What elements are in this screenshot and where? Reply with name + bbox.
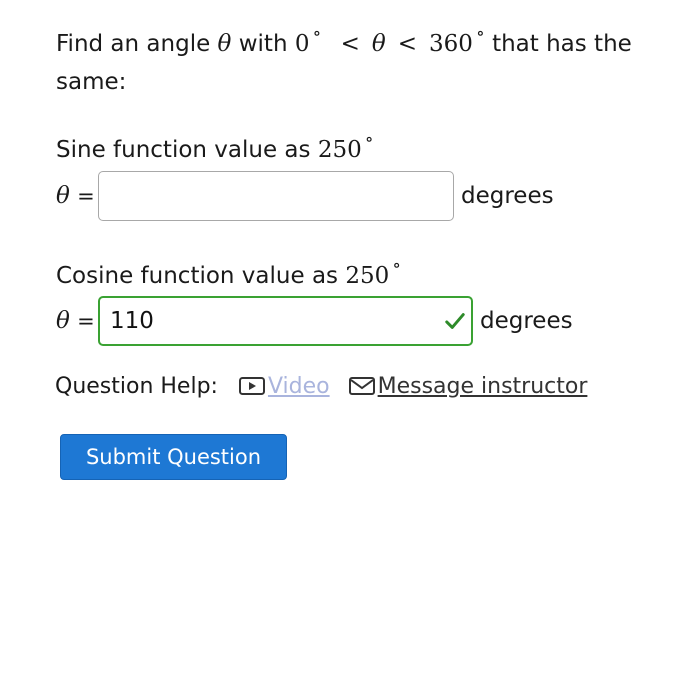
sine-theta-equals: θ = [56, 183, 98, 209]
lower-bound-degree: ∘ [312, 23, 322, 44]
sine-answer-row: θ = degrees [56, 171, 554, 221]
sine-unit-label: degrees [461, 183, 554, 209]
sine-equals-sign: = [77, 184, 95, 208]
upper-bound: 360 [429, 31, 473, 57]
sine-answer-input[interactable] [98, 171, 454, 221]
sine-label-angle: 250 [317, 137, 362, 163]
video-link[interactable]: Video [238, 374, 330, 399]
lower-bound: 0 [294, 31, 310, 57]
cosine-label-text: Cosine function value as [56, 263, 339, 289]
less-than-1: < [340, 31, 360, 57]
prompt-theta: θ [217, 31, 232, 57]
cosine-unit-label: degrees [480, 308, 573, 334]
sine-label-degree: ∘ [364, 129, 374, 150]
question-help-label: Question Help: [55, 373, 218, 399]
prompt-prefix: Find an angle [56, 31, 211, 57]
inequality-theta: θ [371, 31, 386, 57]
cosine-theta-symbol: θ [56, 308, 70, 334]
question-prompt: Find an angle θ with 0 ∘ < θ <360 ∘ that has… [56, 23, 666, 100]
cosine-equals-sign: = [77, 309, 95, 333]
correct-check-icon [445, 313, 465, 329]
cosine-answer-row: θ = 110 degrees [56, 296, 573, 346]
sine-theta-symbol: θ [56, 183, 70, 209]
cosine-theta-equals: θ = [56, 308, 98, 334]
upper-bound-degree: ∘ [475, 23, 485, 44]
video-link-label: Video [267, 373, 330, 399]
cosine-part-label: Cosine function value as 250 ∘ [56, 255, 402, 296]
mail-icon [348, 377, 375, 395]
message-instructor-link[interactable]: Message instructor [348, 373, 588, 399]
cosine-label-degree: ∘ [392, 255, 402, 276]
less-than-2: < [397, 31, 418, 57]
submit-question-button[interactable]: Submit Question [60, 434, 287, 480]
cosine-answer-input[interactable]: 110 [98, 296, 473, 346]
prompt-with: with [238, 31, 288, 57]
sine-part-label: Sine function value as 250 ∘ [56, 129, 374, 170]
question-help: Question Help: Video Message instructor [55, 368, 587, 404]
cosine-label-angle: 250 [345, 263, 390, 289]
sine-label-text: Sine function value as [56, 137, 311, 163]
video-play-icon [238, 377, 265, 395]
message-instructor-label: Message instructor [377, 373, 588, 399]
cosine-answer-value: 110 [110, 308, 154, 334]
